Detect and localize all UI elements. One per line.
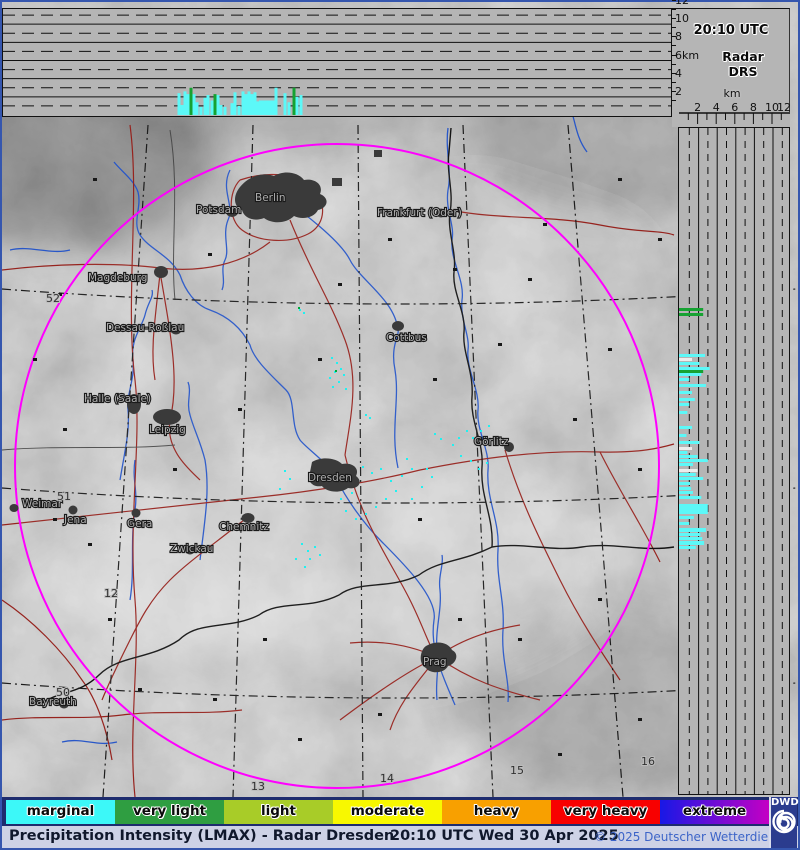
axis-tick [672, 36, 676, 37]
graticule-label: 12 [104, 587, 118, 600]
graticule-label: 52 [46, 292, 60, 305]
legend-label: heavy [442, 803, 551, 819]
height-axis-label: 6km [675, 49, 699, 62]
dwd-label: DWD [771, 797, 797, 808]
right-height-profile-panel [678, 127, 790, 795]
city-label: Jena [63, 514, 87, 526]
city-label: Zwickau [170, 543, 213, 555]
graticule-label: 15 [510, 764, 524, 777]
axis-tick [672, 18, 676, 19]
axis-tick [672, 55, 676, 56]
legend-item-light: light [224, 800, 333, 824]
city-label: Prag [423, 656, 447, 668]
axis-tick [672, 27, 676, 28]
city-label: Chemnitz [219, 521, 269, 533]
height-axis-label: 10 [675, 12, 689, 25]
city-label: Dessau-Roßlau [106, 322, 184, 334]
graticule-label: 14 [380, 772, 394, 785]
legend-label: very light [115, 803, 224, 819]
axis-tick [672, 45, 676, 46]
radar-site-code: DRS [696, 64, 790, 79]
radar-label: Radar [696, 49, 790, 64]
graticule-label: 51 [57, 490, 71, 503]
city-label: Dresden [308, 472, 352, 484]
km-ruler [672, 112, 790, 127]
height-axis-label: 12 [675, 0, 689, 7]
footer-bar: Precipitation Intensity (LMAX) - Radar D… [2, 826, 798, 848]
legend-label: very heavy [551, 803, 660, 819]
graticule-label: 13 [251, 780, 265, 793]
intensity-legend: marginalvery lightlightmoderateheavyvery… [2, 797, 798, 826]
height-axis-label: 8 [675, 30, 682, 43]
legend-label: moderate [333, 803, 442, 819]
height-axis-label: 2 [675, 85, 682, 98]
city-label: Magdeburg [88, 272, 147, 284]
info-panel: 20:10 UTC Radar DRS km 121086km42 246810… [672, 8, 790, 112]
legend-label: extreme [660, 803, 769, 819]
city-label: Gera [127, 518, 152, 530]
city-label: Frankfurt (Oder) [377, 207, 462, 219]
product-datetime: 20:10 UTC Wed 30 Apr 2025 [390, 828, 619, 844]
legend-label: light [224, 803, 333, 819]
legend-label: marginal [6, 803, 115, 819]
legend-item-extreme: extreme [660, 800, 769, 824]
copyright: © 2025 Deutscher Wetterdienst [594, 830, 787, 844]
graticule-label: 50 [56, 686, 70, 699]
legend-item-moderate: moderate [333, 800, 442, 824]
legend-item-marginal: marginal [6, 800, 115, 824]
dwd-logo-box: DWD [769, 797, 797, 848]
city-label: Berlin [255, 192, 285, 204]
top-height-profile-panel [2, 8, 672, 117]
timestamp: 20:10 UTC [672, 23, 790, 38]
city-label: Görlitz [474, 436, 509, 448]
axis-tick [672, 0, 676, 1]
axis-tick [672, 64, 676, 65]
axis-tick [672, 91, 676, 92]
graticule-label: 16 [641, 755, 655, 768]
city-label: Cottbus [386, 332, 427, 344]
city-label: Halle (Saale) [84, 393, 151, 405]
axis-tick [672, 82, 676, 83]
city-label: Leipzig [149, 424, 186, 436]
legend-item-heavy: heavy [442, 800, 551, 824]
axis-tick [672, 73, 676, 74]
height-axis-label: 4 [675, 67, 682, 80]
product-title: Precipitation Intensity (LMAX) - Radar D… [9, 828, 394, 844]
axis-tick [672, 100, 676, 101]
axis-tick [672, 9, 676, 10]
dwd-spiral-icon [771, 808, 797, 838]
city-label: Potsdam [196, 204, 241, 216]
radar-product-image: Potsdam Berlin Frankfurt (Oder) Magdeburg De… [0, 0, 800, 850]
legend-item-very-light: very light [115, 800, 224, 824]
legend-item-very-heavy: very heavy [551, 800, 660, 824]
km-axis-unit: km [702, 87, 762, 100]
